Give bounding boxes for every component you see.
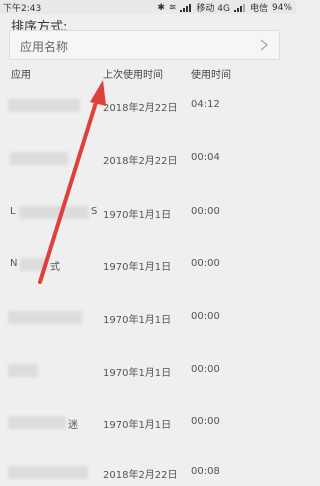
column-app: 应用 [11, 70, 31, 81]
app-name-blurred [10, 152, 68, 165]
carrier1-label: 移动 4G [196, 4, 230, 14]
wifi-icon: ≋ [168, 2, 177, 13]
carrier2-label: 电信 [249, 4, 268, 14]
app-name-blurred [8, 311, 82, 324]
signal-icon [180, 3, 192, 12]
row-date: 1970年1月1日 [103, 210, 172, 221]
row-date: 1970年1月1日 [103, 315, 172, 326]
app-name-prefix: N [10, 258, 18, 269]
status-time: 下午2:43 [3, 4, 42, 14]
battery-label: 94% [271, 2, 292, 13]
row-date: 2018年2月22日 [103, 156, 178, 167]
bluetooth-icon: ✱ [157, 2, 165, 13]
table-row[interactable]: L S 1970年1月1日 00:00 [0, 206, 296, 226]
signal2-icon [233, 3, 245, 12]
row-date: 1970年1月1日 [103, 368, 172, 379]
row-date: 2018年2月22日 [103, 470, 178, 481]
column-duration[interactable]: 使用时间 [191, 66, 231, 81]
sort-select[interactable]: 应用名称 [9, 30, 280, 60]
app-name-prefix: L [10, 206, 16, 217]
app-name-blurred [8, 416, 66, 429]
row-duration: 00:08 [191, 466, 220, 477]
row-date: 2018年2月22日 [103, 103, 178, 114]
table-row[interactable]: 2018年2月22日 00:04 [0, 152, 296, 172]
app-name-blurred [19, 206, 89, 219]
row-duration: 00:04 [191, 152, 220, 163]
table-row[interactable]: N 式 1970年1月1日 00:00 [0, 258, 296, 278]
app-name-suffix: 式 [50, 262, 60, 273]
row-duration: 04:12 [191, 99, 220, 110]
status-bar: 下午2:43 ✱ ≋ 移动 4G 电信 94% [0, 0, 296, 14]
table-row[interactable]: 2018年2月22日 00:08 [0, 466, 296, 486]
row-date: 1970年1月1日 [103, 262, 172, 273]
row-duration: 00:00 [191, 311, 220, 322]
app-name-suffix: S [91, 206, 98, 217]
app-name-blurred [20, 258, 48, 271]
app-name-suffix: 迷 [68, 420, 78, 431]
row-duration: 00:00 [191, 258, 220, 269]
chevron-right-icon [260, 39, 269, 51]
table-row[interactable]: 1970年1月1日 00:00 [0, 364, 296, 384]
row-duration: 00:00 [191, 416, 220, 427]
app-name-blurred [8, 99, 80, 112]
status-icons: ✱ ≋ 移动 4G 电信 94% [157, 1, 292, 15]
table-row[interactable]: 迷 1970年1月1日 00:00 [0, 416, 296, 436]
row-duration: 00:00 [191, 364, 220, 375]
row-date: 1970年1月1日 [103, 420, 172, 431]
table-row[interactable]: 1970年1月1日 00:00 [0, 311, 296, 331]
table-row[interactable]: 2018年2月22日 04:12 [0, 99, 296, 119]
row-duration: 00:00 [191, 206, 220, 217]
app-name-blurred [8, 466, 88, 479]
column-last-used[interactable]: 上次使用时间 [103, 66, 163, 81]
sort-selected-value: 应用名称 [20, 40, 69, 54]
app-name-blurred [8, 364, 38, 377]
